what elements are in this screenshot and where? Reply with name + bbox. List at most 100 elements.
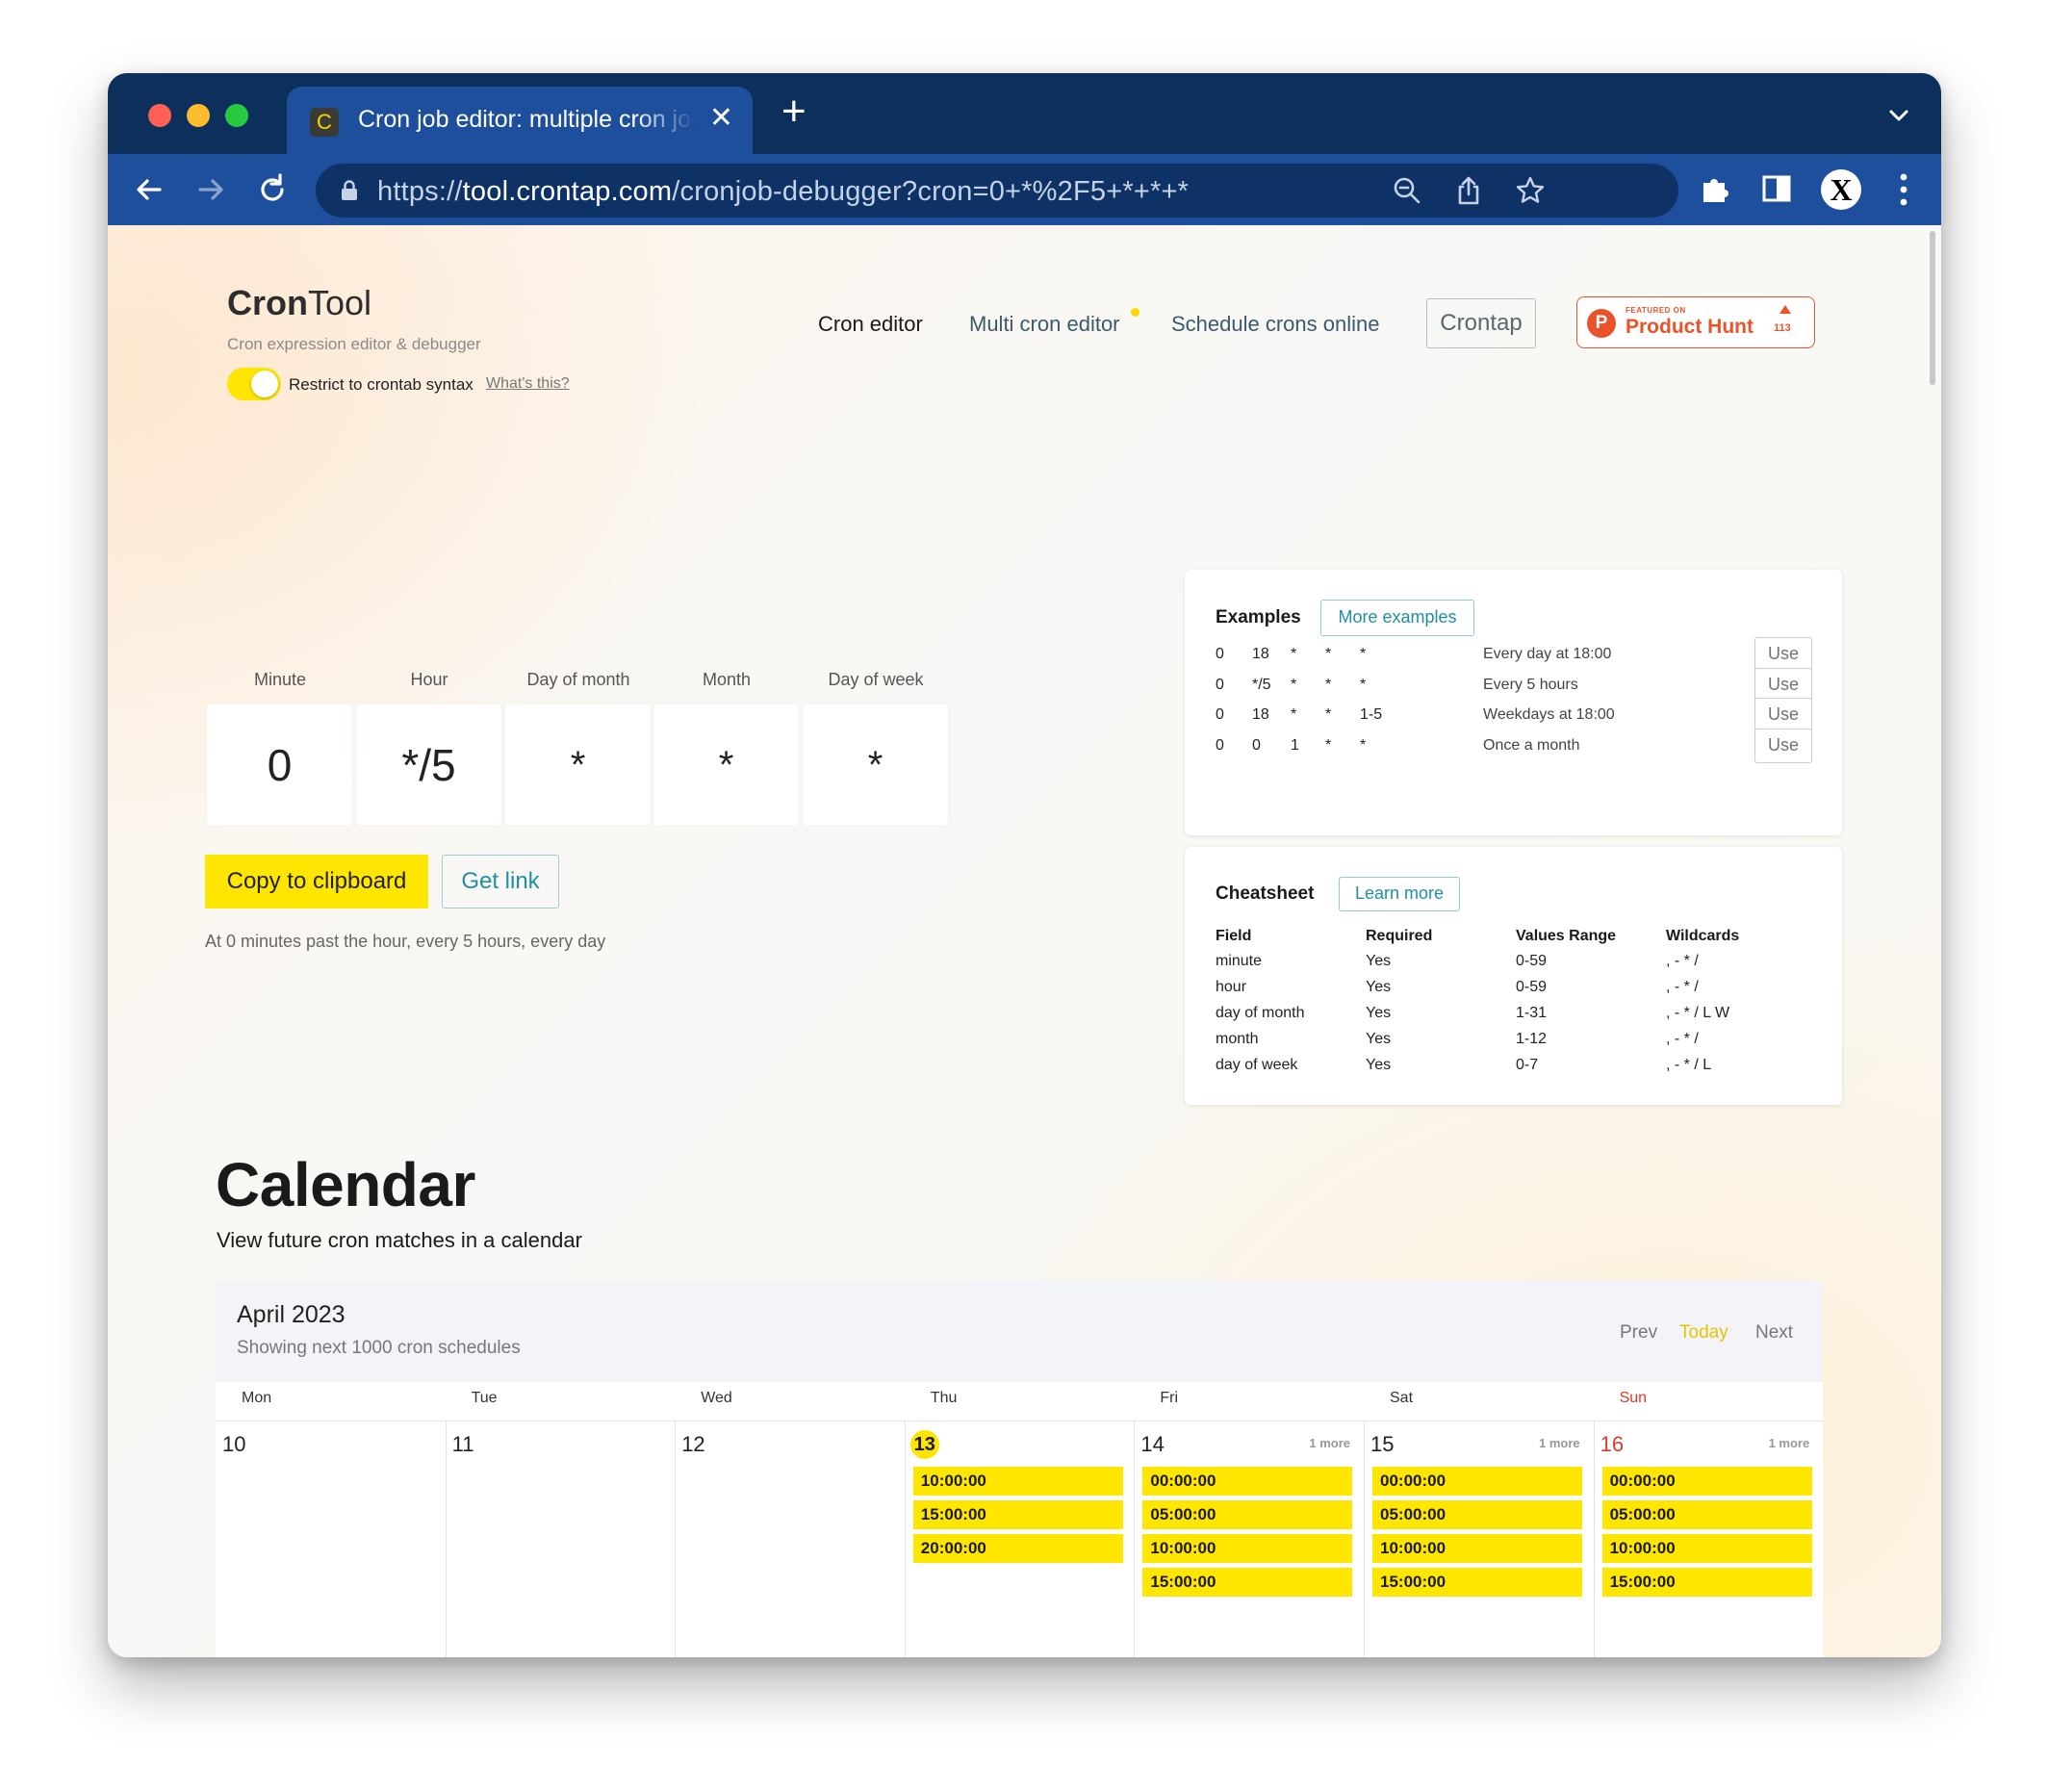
hour-input[interactable]: */5 (356, 704, 501, 826)
calendar-event[interactable]: 00:00:00 (1142, 1467, 1353, 1496)
calendar-event[interactable]: 00:00:00 (1372, 1467, 1582, 1496)
day-number[interactable]: 12 (681, 1432, 704, 1457)
more-events-link[interactable]: 1 more (1769, 1436, 1810, 1450)
calendar-event[interactable]: 15:00:00 (1142, 1568, 1353, 1597)
day-of-week-input[interactable]: * (803, 704, 948, 826)
day-number[interactable]: 16 (1600, 1432, 1624, 1457)
bookmark-star-icon[interactable] (1515, 175, 1546, 206)
more-events-link[interactable]: 1 more (1539, 1436, 1580, 1450)
day-number[interactable]: 14 (1140, 1432, 1164, 1457)
product-hunt-featured-text: FEATURED ON (1626, 306, 1686, 315)
address-bar[interactable]: https://tool.crontap.com/cronjob-debugge… (316, 164, 1678, 218)
month-input[interactable]: * (653, 704, 799, 826)
day-number[interactable]: 10 (222, 1432, 245, 1457)
get-link-button[interactable]: Get link (442, 855, 559, 909)
share-icon[interactable] (1453, 175, 1484, 206)
example-field: * (1291, 646, 1297, 662)
nav-multi-cron-editor[interactable]: Multi cron editor (969, 312, 1120, 337)
day-number[interactable]: 11 (452, 1432, 474, 1457)
forward-arrow-icon[interactable] (192, 171, 229, 208)
crontap-button[interactable]: Crontap (1426, 298, 1536, 348)
calendar-next-button[interactable]: Next (1755, 1322, 1793, 1344)
cheatsheet-cell: 0-7 (1516, 1057, 1539, 1073)
product-hunt-badge[interactable]: P FEATURED ON Product Hunt 113 (1576, 296, 1815, 348)
calendar-event[interactable]: 05:00:00 (1142, 1500, 1353, 1529)
browser-tab[interactable]: C Cron job editor: multiple cron jobs ✕ (287, 87, 753, 154)
zoom-icon[interactable] (1392, 175, 1422, 206)
extensions-puzzle-icon[interactable] (1698, 171, 1732, 206)
minute-input[interactable]: 0 (207, 704, 352, 826)
cheatsheet-cell: day of week (1216, 1057, 1298, 1073)
example-field: 0 (1216, 706, 1224, 723)
calendar-prev-button[interactable]: Prev (1620, 1322, 1657, 1344)
calendar-header: April 2023 Showing next 1000 cron schedu… (216, 1280, 1823, 1382)
calendar-event[interactable]: 10:00:00 (912, 1467, 1123, 1496)
calendar-event[interactable]: 00:00:00 (1601, 1467, 1812, 1496)
more-menu-icon[interactable] (1900, 173, 1907, 206)
day-column-divider (904, 1421, 906, 1657)
example-field: 0 (1252, 736, 1261, 754)
maximize-window-button[interactable] (225, 104, 248, 127)
crontab-syntax-toggle[interactable] (227, 368, 281, 400)
example-field: * (1325, 706, 1332, 723)
toggle-knob (251, 371, 278, 397)
browser-toolbar: https://tool.crontap.com/cronjob-debugge… (108, 154, 1941, 225)
more-events-link[interactable]: 1 more (1309, 1436, 1350, 1450)
side-panel-icon[interactable] (1759, 171, 1794, 206)
brand-logo[interactable]: CronTool (227, 283, 371, 323)
back-arrow-icon[interactable] (131, 171, 167, 208)
example-field: 1 (1291, 736, 1299, 754)
product-hunt-logo-icon: P (1587, 309, 1616, 338)
calendar-event[interactable]: 10:00:00 (1142, 1534, 1353, 1563)
cheatsheet-cell: hour (1216, 979, 1247, 995)
calendar-event[interactable]: 10:00:00 (1372, 1534, 1582, 1563)
example-field: 18 (1252, 646, 1269, 662)
scrollbar[interactable] (1930, 231, 1935, 385)
calendar-event[interactable]: 10:00:00 (1601, 1534, 1812, 1563)
calendar-event[interactable]: 15:00:00 (1601, 1568, 1812, 1597)
example-use-button[interactable]: Use (1754, 698, 1812, 732)
reload-icon[interactable] (254, 171, 291, 208)
more-examples-button[interactable]: More examples (1320, 600, 1474, 636)
cheatsheet-cell: , - * / (1666, 953, 1699, 969)
cheatsheet-header-wildcards: Wildcards (1666, 928, 1740, 944)
calendar-event[interactable]: 20:00:00 (912, 1534, 1123, 1563)
new-tab-button[interactable]: + (781, 90, 806, 133)
day-number-today[interactable]: 13 (909, 1430, 939, 1459)
minimize-window-button[interactable] (187, 104, 210, 127)
calendar-event[interactable]: 05:00:00 (1601, 1500, 1812, 1529)
day-of-month-input[interactable]: * (505, 704, 651, 826)
weekday-label-mon: Mon (242, 1390, 272, 1406)
month-label: Month (702, 670, 752, 689)
cheatsheet-cell: , - * / L W (1666, 1005, 1730, 1021)
nav-cron-editor[interactable]: Cron editor (818, 312, 923, 337)
calendar-today-button[interactable]: Today (1679, 1322, 1728, 1344)
tab-title: Cron job editor: multiple cron jobs (358, 106, 695, 133)
example-description: Once a month (1483, 736, 1580, 754)
weekday-label-sat: Sat (1390, 1390, 1414, 1406)
whats-this-link[interactable]: What's this? (486, 375, 570, 393)
cheatsheet-cell: day of month (1216, 1005, 1305, 1021)
calendar-event[interactable]: 05:00:00 (1372, 1500, 1582, 1529)
examples-card: Examples More examples 0 18 * * * Every day a… (1185, 570, 1842, 835)
chevron-down-icon[interactable] (1885, 102, 1912, 129)
calendar-event[interactable]: 15:00:00 (912, 1500, 1123, 1529)
calendar-event[interactable]: 15:00:00 (1372, 1568, 1582, 1597)
nav-schedule-crons-online[interactable]: Schedule crons online (1171, 312, 1379, 337)
example-use-button[interactable]: Use (1754, 637, 1812, 672)
tab-close-icon[interactable]: ✕ (709, 104, 733, 133)
examples-title: Examples (1216, 607, 1301, 627)
close-window-button[interactable] (148, 104, 171, 127)
learn-more-button[interactable]: Learn more (1339, 877, 1460, 911)
day-number[interactable]: 15 (1370, 1432, 1394, 1457)
example-field: */5 (1252, 676, 1271, 693)
example-description: Every day at 18:00 (1483, 646, 1612, 662)
example-field: 0 (1216, 736, 1224, 754)
cheatsheet-card: Cheatsheet Learn more Field Required Val… (1185, 847, 1842, 1105)
copy-to-clipboard-button[interactable]: Copy to clipboard (205, 855, 428, 909)
weekday-label-thu: Thu (930, 1390, 958, 1406)
cheatsheet-header-values-range: Values Range (1516, 928, 1617, 944)
profile-avatar[interactable]: X (1821, 169, 1861, 210)
cheatsheet-cell: Yes (1366, 979, 1392, 995)
example-use-button[interactable]: Use (1754, 728, 1812, 763)
